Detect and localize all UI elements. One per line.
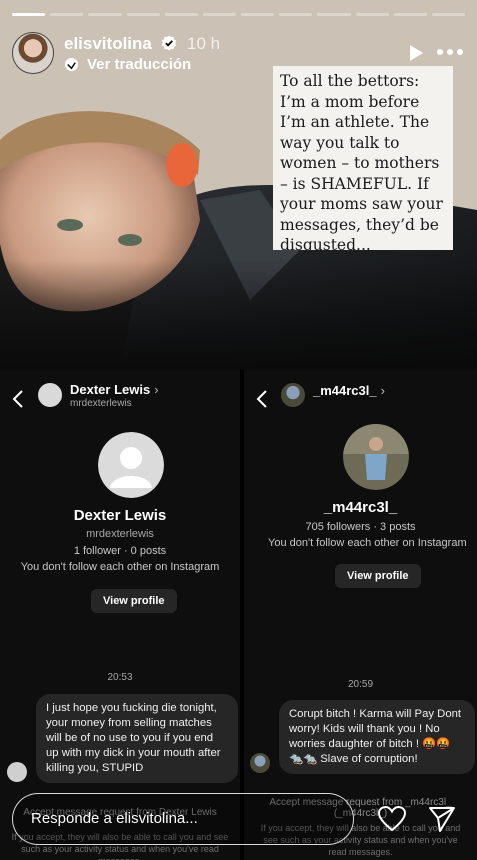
progress-segment (393, 13, 427, 16)
translate-icon (64, 57, 79, 72)
progress-segment (279, 13, 313, 16)
back-icon[interactable] (12, 390, 24, 408)
profile-name: _m44rc3l_ (323, 499, 398, 516)
story-progress (12, 13, 466, 16)
progress-segment (241, 13, 275, 16)
dm-header-name-text: _m44rc3l_ (313, 383, 377, 398)
sender-avatar (7, 762, 27, 782)
dm-screenshot-m44rc3l: _m44rc3l_ › _m44rc3l_ 705 followers · 3 p… (244, 370, 477, 860)
profile-handle: mrdexterlewis (86, 528, 154, 540)
message-bubble: I just hope you fucking die tonight, you… (36, 694, 238, 783)
dm-header-name-text: Dexter Lewis (70, 382, 151, 397)
story-username[interactable]: elisvitolina (64, 34, 152, 54)
follow-note: You don't follow each other on Instagram (268, 537, 467, 549)
progress-segment (88, 13, 122, 16)
dm-header-name[interactable]: _m44rc3l_ › (313, 383, 385, 398)
dm-avatar-small (38, 383, 62, 407)
message-timestamp: 20:59 (347, 679, 374, 690)
progress-segment (50, 13, 84, 16)
progress-segment (317, 13, 351, 16)
progress-segment (355, 13, 389, 16)
profile-avatar[interactable] (12, 32, 54, 74)
translate-label: Ver traducción (87, 56, 192, 73)
sender-avatar (250, 753, 270, 773)
progress-segment (202, 13, 237, 16)
follow-note: You don't follow each other on Instagram (20, 561, 220, 573)
more-icon[interactable] (435, 42, 465, 62)
quote-card: To all the bettors: I’m a mom before I’m… (273, 66, 453, 254)
reply-input[interactable]: Responde a elisvitolina... (12, 793, 354, 845)
profile-stats: 705 followers · 3 posts (305, 521, 416, 533)
heart-icon[interactable] (378, 806, 406, 832)
dm-header-handle: mrdexterlewis (70, 398, 132, 409)
send-icon[interactable] (428, 805, 456, 833)
verified-icon (161, 35, 177, 51)
view-profile-button[interactable]: View profile (91, 589, 177, 613)
translate-link[interactable]: Ver traducción (64, 56, 191, 73)
story-time: 10 h (187, 34, 221, 53)
view-profile-button[interactable]: View profile (335, 564, 421, 588)
dm-avatar-small (281, 383, 305, 407)
profile-photo (343, 424, 409, 490)
progress-segment (431, 13, 466, 16)
dm-screenshot-dexter: Dexter Lewis › mrdexterlewis Dexter Lewis… (0, 370, 240, 860)
play-icon[interactable] (407, 44, 425, 62)
message-bubble: Corupt bitch ! Karma will Pay Dont worry… (279, 700, 475, 774)
dm-header-name[interactable]: Dexter Lewis › (70, 382, 159, 397)
message-timestamp: 20:53 (107, 672, 133, 683)
photo-shade (0, 260, 477, 370)
profile-stats: 1 follower · 0 posts (73, 545, 167, 557)
chevron-right-icon: › (154, 382, 159, 397)
progress-segment (164, 13, 198, 16)
progress-segment (126, 13, 160, 16)
chevron-right-icon: › (380, 383, 385, 398)
progress-segment (12, 13, 46, 16)
back-icon[interactable] (256, 390, 268, 408)
default-avatar-icon (98, 432, 164, 498)
progress-fill (12, 13, 46, 16)
profile-name: Dexter Lewis (73, 507, 167, 524)
story-header: elisvitolina 10 h Ver traducción (12, 30, 465, 78)
